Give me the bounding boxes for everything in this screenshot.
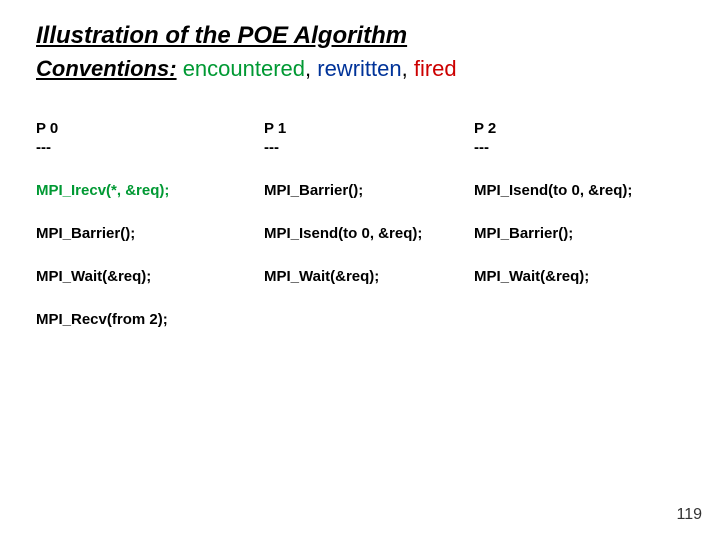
cell-p2-r3: MPI_Wait(&req);: [474, 268, 684, 285]
cell-p0-r3: MPI_Wait(&req);: [36, 268, 264, 285]
col-header-p2-label: P 2: [474, 120, 496, 137]
col-header-p0-label: P 0: [36, 120, 58, 137]
conventions-sep1: ,: [305, 56, 317, 81]
cell-p2-r4: [474, 311, 684, 328]
col-header-p1: P 1 ---: [264, 120, 474, 156]
page-number: 119: [676, 506, 702, 524]
conventions-encountered: encountered: [183, 56, 305, 81]
col-header-p2: P 2 ---: [474, 120, 684, 156]
process-table: P 0 --- P 1 --- P 2 --- MPI_Irecv(*, &re…: [36, 120, 684, 328]
col-header-p1-label: P 1: [264, 120, 286, 137]
col-header-p0-dashes: ---: [36, 139, 264, 156]
slide-title: Illustration of the POE Algorithm: [36, 22, 407, 50]
cell-p1-r1: MPI_Barrier();: [264, 182, 474, 199]
cell-p1-r2: MPI_Isend(to 0, &req);: [264, 225, 474, 242]
cell-p2-r1: MPI_Isend(to 0, &req);: [474, 182, 684, 199]
conventions-fired: fired: [414, 56, 457, 81]
col-header-p1-dashes: ---: [264, 139, 474, 156]
cell-p0-r2: MPI_Barrier();: [36, 225, 264, 242]
conventions-label: Conventions:: [36, 56, 177, 81]
cell-p1-r3: MPI_Wait(&req);: [264, 268, 474, 285]
col-header-p0: P 0 ---: [36, 120, 264, 156]
cell-p1-r4: [264, 311, 474, 328]
conventions-rewritten: rewritten: [317, 56, 401, 81]
conventions-sep2: ,: [402, 56, 414, 81]
cell-p0-r1: MPI_Irecv(*, &req);: [36, 182, 264, 199]
cell-p2-r2: MPI_Barrier();: [474, 225, 684, 242]
cell-p0-r4: MPI_Recv(from 2);: [36, 311, 264, 328]
col-header-p2-dashes: ---: [474, 139, 684, 156]
slide-subtitle: Conventions: encountered, rewritten, fir…: [36, 56, 457, 82]
slide: Illustration of the POE Algorithm Conven…: [0, 0, 720, 540]
